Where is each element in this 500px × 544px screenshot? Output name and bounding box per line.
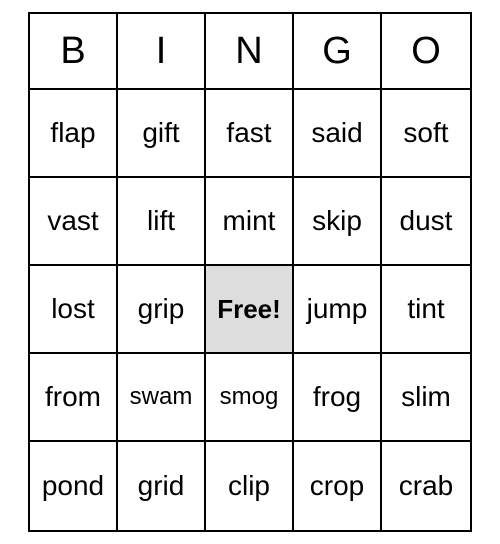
bingo-cell[interactable]: pond — [30, 442, 118, 530]
bingo-cell[interactable]: gift — [118, 90, 206, 178]
bingo-cell[interactable]: grid — [118, 442, 206, 530]
bingo-header-g: G — [294, 14, 382, 90]
bingo-cell[interactable]: crop — [294, 442, 382, 530]
bingo-cell[interactable]: tint — [382, 266, 470, 354]
bingo-cell[interactable]: soft — [382, 90, 470, 178]
bingo-card: B I N G O flap gift fast said soft vast … — [28, 12, 472, 532]
bingo-free-cell[interactable]: Free! — [206, 266, 294, 354]
bingo-cell[interactable]: jump — [294, 266, 382, 354]
bingo-cell[interactable]: skip — [294, 178, 382, 266]
bingo-cell[interactable]: clip — [206, 442, 294, 530]
bingo-cell[interactable]: from — [30, 354, 118, 442]
bingo-cell[interactable]: lost — [30, 266, 118, 354]
bingo-cell[interactable]: swam — [118, 354, 206, 442]
bingo-cell[interactable]: fast — [206, 90, 294, 178]
bingo-cell[interactable]: lift — [118, 178, 206, 266]
bingo-cell[interactable]: crab — [382, 442, 470, 530]
bingo-cell[interactable]: vast — [30, 178, 118, 266]
bingo-row: lost grip Free! jump tint — [30, 266, 470, 354]
bingo-row: from swam smog frog slim — [30, 354, 470, 442]
bingo-cell[interactable]: grip — [118, 266, 206, 354]
bingo-row: flap gift fast said soft — [30, 90, 470, 178]
bingo-cell[interactable]: slim — [382, 354, 470, 442]
bingo-header-n: N — [206, 14, 294, 90]
bingo-row: vast lift mint skip dust — [30, 178, 470, 266]
bingo-header-i: I — [118, 14, 206, 90]
bingo-cell[interactable]: frog — [294, 354, 382, 442]
bingo-cell[interactable]: smog — [206, 354, 294, 442]
bingo-cell[interactable]: flap — [30, 90, 118, 178]
bingo-cell[interactable]: dust — [382, 178, 470, 266]
bingo-header-o: O — [382, 14, 470, 90]
bingo-header-row: B I N G O — [30, 14, 470, 90]
bingo-row: pond grid clip crop crab — [30, 442, 470, 530]
bingo-cell[interactable]: said — [294, 90, 382, 178]
bingo-header-b: B — [30, 14, 118, 90]
bingo-cell[interactable]: mint — [206, 178, 294, 266]
